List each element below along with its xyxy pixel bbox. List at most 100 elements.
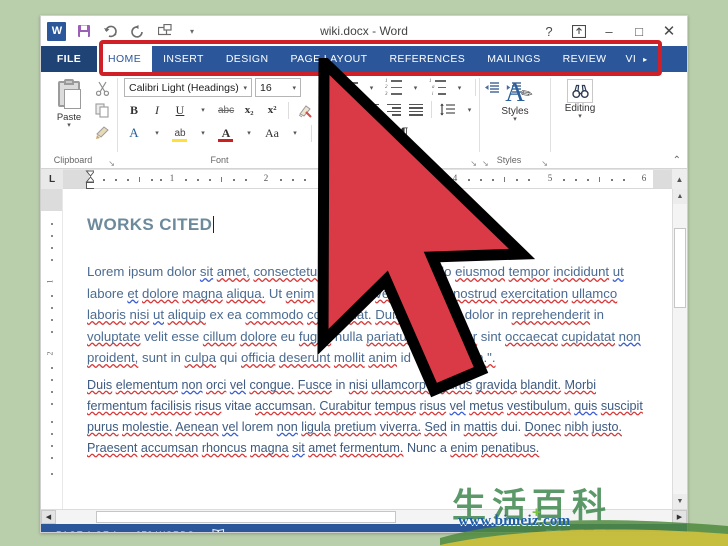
copy-button[interactable] [92, 101, 112, 120]
spelling-error-word[interactable]: Morbi [565, 378, 597, 392]
editing-button[interactable]: Editing ▾ [556, 77, 604, 120]
grammar-error-word[interactable]: quis [425, 286, 449, 301]
spelling-error-word[interactable]: orci [206, 378, 226, 392]
grammar-error-word[interactable]: et [127, 286, 138, 301]
scroll-left-arrow-icon[interactable]: ◀ [41, 510, 56, 524]
spelling-error-word[interactable]: magna [250, 441, 289, 455]
bold-button[interactable]: B [124, 100, 144, 120]
paste-button[interactable]: Paste ▾ [46, 77, 92, 129]
editing-caret-icon[interactable]: ▾ [578, 113, 582, 120]
spelling-error-word[interactable]: eiusmod [455, 264, 505, 279]
change-case-button[interactable]: Aa [262, 123, 282, 143]
undo-icon[interactable] [102, 22, 120, 40]
numbering-button[interactable]: 1 2 3 [384, 78, 403, 97]
styles-dialog-launcher-icon[interactable]: ↘ [541, 159, 548, 168]
spelling-error-word[interactable]: amet [308, 441, 336, 455]
horizontal-scroll-track[interactable] [56, 510, 672, 524]
collapse-ribbon-button[interactable]: ⌃ [673, 155, 681, 166]
spelling-error-word[interactable]: ullamcorper [371, 378, 437, 392]
spelling-error-word[interactable]: irure [435, 307, 461, 322]
spelling-error-word[interactable]: molestie. [122, 420, 172, 434]
indent-markers-icon[interactable] [85, 170, 94, 190]
subscript-button[interactable]: x₂ [239, 100, 259, 120]
spelling-error-word[interactable]: culpa [185, 350, 217, 365]
spelling-error-word[interactable]: nostrud [453, 286, 497, 301]
spelling-error-word[interactable]: Praesent [87, 441, 137, 455]
zoom-controls[interactable]: − [614, 529, 681, 532]
spelling-error-word[interactable]: viverra. [380, 420, 421, 434]
tab-insert[interactable]: INSERT [152, 46, 215, 72]
spelling-error-word[interactable]: facilisis [151, 399, 192, 413]
read-mode-button[interactable] [542, 527, 564, 532]
status-word-count[interactable]: 272 WORDS [127, 530, 204, 533]
spelling-error-word[interactable]: cillum [203, 329, 237, 344]
scroll-right-arrow-icon[interactable]: ▶ [672, 510, 687, 524]
vertical-scroll-track[interactable] [673, 204, 687, 494]
spelling-error-word[interactable]: congue. [249, 378, 294, 392]
vertical-scrollbar[interactable]: ▲ ▼ [672, 189, 687, 509]
grammar-error-word[interactable]: non [182, 378, 203, 392]
font-color-caret-icon[interactable]: ▾ [239, 123, 259, 143]
spelling-error-word[interactable]: Excepteur [418, 329, 477, 344]
italic-button[interactable]: I [147, 100, 167, 120]
grammar-error-word[interactable]: sit [292, 441, 305, 455]
tab-file[interactable]: FILE [41, 46, 97, 72]
cut-button[interactable] [92, 79, 112, 98]
spelling-error-word[interactable]: reprehenderit [512, 307, 590, 322]
spelling-error-word[interactable]: ligula [301, 420, 330, 434]
spelling-error-word[interactable]: purus [87, 420, 119, 434]
line-spacing-button[interactable] [438, 100, 457, 119]
tab-overflow-arrow-icon[interactable]: ▸ [638, 46, 652, 72]
horizontal-ruler[interactable]: 1 2 4 5 6 [63, 169, 671, 189]
document-paragraph-1[interactable]: Lorem ipsum dolor sit amet, consectetur … [87, 261, 650, 369]
text-highlight-color-button[interactable]: ab [170, 123, 190, 143]
justify-button[interactable] [406, 100, 425, 119]
minimize-button[interactable]: – [595, 19, 623, 43]
align-right-button[interactable] [384, 100, 403, 119]
spelling-error-word[interactable]: mattis [464, 420, 498, 434]
spelling-error-word[interactable]: incididunt [553, 264, 609, 279]
spelling-error-word[interactable]: tempor [509, 264, 550, 279]
clipboard-dialog-launcher-icon[interactable]: ↘ [108, 159, 115, 168]
center-button[interactable] [362, 100, 381, 119]
tab-view[interactable]: VI [617, 46, 638, 72]
tab-page-layout[interactable]: PAGE LAYOUT [280, 46, 379, 72]
spelling-error-word[interactable]: consectetur [253, 264, 321, 279]
font-color-button[interactable]: A [216, 123, 236, 143]
grammar-error-word[interactable]: sit [200, 264, 213, 279]
proofing-errors-icon[interactable]: x [203, 528, 236, 532]
clear-formatting-button[interactable] [295, 100, 315, 120]
spelling-error-word[interactable]: Aenean [175, 420, 218, 434]
tab-review[interactable]: REVIEW [552, 46, 618, 72]
grammar-error-word[interactable]: vel [450, 399, 466, 413]
spelling-error-word[interactable]: magna [182, 286, 222, 301]
vertical-scroll-thumb[interactable] [674, 228, 686, 308]
document-heading[interactable]: WORKS CITED [87, 215, 215, 235]
line-spacing-caret-icon[interactable]: ▾ [460, 100, 479, 119]
grammar-error-word[interactable]: vel [222, 420, 238, 434]
spelling-error-word[interactable]: Duis [87, 378, 112, 392]
change-case-caret-icon[interactable]: ▾ [285, 123, 305, 143]
spelling-error-word[interactable]: pariatur. [366, 329, 414, 344]
spelling-error-word[interactable]: suscipit [601, 399, 643, 413]
multilevel-caret-icon[interactable]: ▾ [450, 78, 469, 97]
font-size-caret-icon[interactable]: ▾ [292, 84, 298, 92]
redo-icon[interactable] [129, 22, 147, 40]
spelling-error-word[interactable]: gravida [476, 378, 517, 392]
text-effects-button[interactable]: A [124, 123, 144, 143]
document-page[interactable]: WORKS CITED Lorem ipsum dolor sit amet, … [63, 189, 672, 509]
spelling-error-word[interactable]: rhoncus [202, 441, 247, 455]
spelling-error-word[interactable]: Sed [424, 420, 446, 434]
superscript-button[interactable]: x² [262, 100, 282, 120]
grammar-error-word[interactable]: non [619, 329, 641, 344]
font-size-combo[interactable]: 16 ▾ [255, 78, 301, 97]
font-dialog-launcher-icon[interactable]: ↘ [324, 159, 331, 168]
grammar-error-word[interactable]: ut [613, 264, 624, 279]
spelling-error-word[interactable]: metus [469, 399, 503, 413]
spelling-error-word[interactable]: ullamco [572, 286, 617, 301]
sort-button[interactable]: A Z [360, 122, 382, 141]
bullets-caret-icon[interactable]: ▾ [362, 78, 381, 97]
highlight-caret-icon[interactable]: ▾ [193, 123, 213, 143]
spelling-error-word[interactable]: tempus [375, 399, 416, 413]
spelling-error-word[interactable]: purus [441, 378, 473, 392]
